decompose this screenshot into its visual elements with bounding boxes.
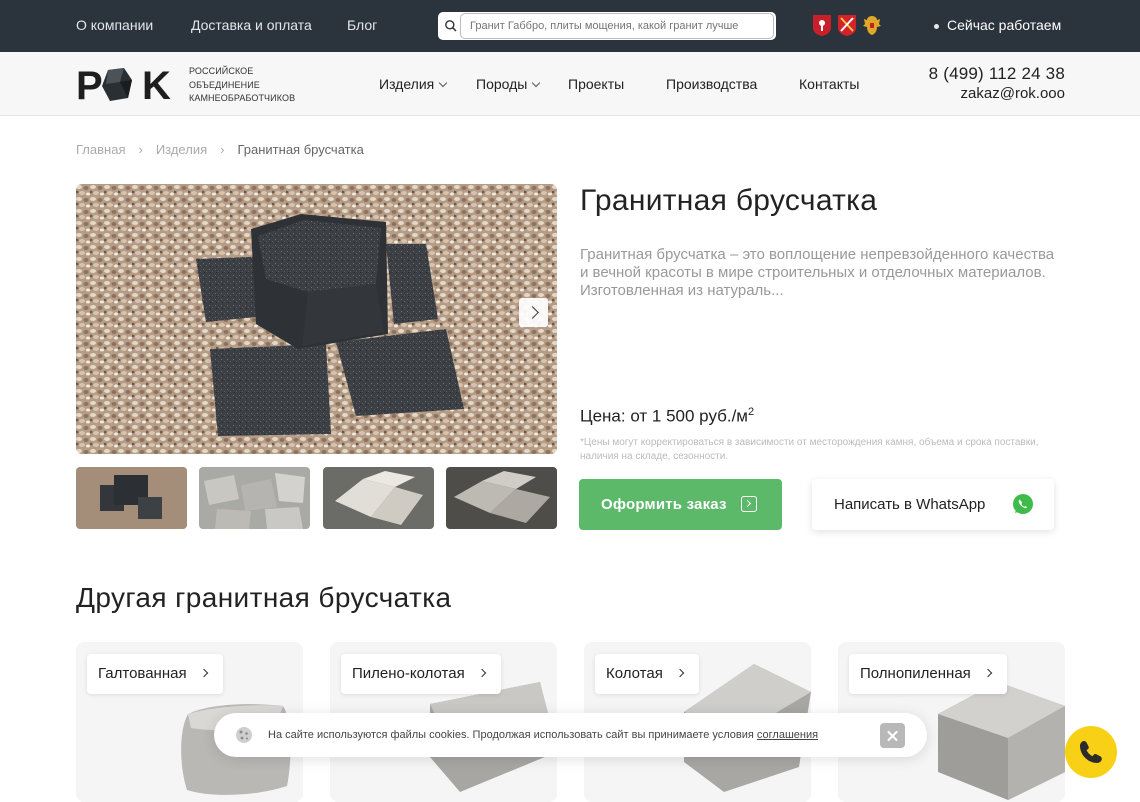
cookie-icon <box>236 727 252 743</box>
nav-label-stones: Породы <box>476 76 528 92</box>
chevron-right-icon <box>199 668 208 678</box>
whatsapp-button-label: Написать в WhatsApp <box>834 496 986 513</box>
nav-label-products: Изделия <box>379 76 435 92</box>
status-dot <box>934 23 939 29</box>
nav-item-products[interactable]: Изделия <box>379 76 448 92</box>
cookie-banner: На сайте используются файлы cookies. Про… <box>214 713 927 757</box>
product-main-image[interactable] <box>76 184 557 454</box>
gallery-thumb-2[interactable] <box>199 467 310 529</box>
chevron-right-icon <box>477 668 486 678</box>
search-box <box>438 12 776 40</box>
cookie-agreement-link[interactable]: соглашения <box>757 729 818 741</box>
order-button-label: Оформить заказ <box>601 496 727 513</box>
logo[interactable]: P K <box>76 65 176 105</box>
search-input[interactable] <box>460 13 774 39</box>
search-icon[interactable] <box>444 19 458 33</box>
gallery-next-button[interactable] <box>519 298 548 327</box>
related-card-label[interactable]: Полнопиленная <box>849 654 1007 694</box>
related-card-text: Пилено-колотая <box>352 665 465 682</box>
breadcrumb-separator: › <box>138 142 143 157</box>
chevron-down-icon <box>532 78 541 88</box>
breadcrumb-separator: › <box>220 142 225 157</box>
order-button[interactable]: Оформить заказ <box>579 479 782 530</box>
product-description: Гранитная брусчатка – это воплощение неп… <box>580 246 1055 299</box>
nav-item-projects[interactable]: Проекты <box>568 76 624 92</box>
breadcrumb-home[interactable]: Главная <box>76 142 125 157</box>
chevron-right-icon <box>526 306 539 319</box>
top-bar: О компании Доставка и оплата Блог Сейчас… <box>0 0 1140 52</box>
whatsapp-icon <box>1013 494 1033 514</box>
related-card-text: Колотая <box>606 665 663 682</box>
nav-item-contacts[interactable]: Контакты <box>799 76 859 92</box>
related-card-label[interactable]: Колотая <box>595 654 699 694</box>
logo-subtitle: РОССИЙСКОЕ ОБЪЕДИНЕНИЕ КАМНЕОБРАБОТЧИКОВ <box>189 65 295 106</box>
logo-sub-line-3: КАМНЕОБРАБОТЧИКОВ <box>189 93 296 103</box>
breadcrumb-products[interactable]: Изделия <box>156 142 207 157</box>
chevron-right-icon <box>983 668 993 678</box>
price-unit-sup: 2 <box>748 406 755 418</box>
chevron-right-icon <box>675 668 685 678</box>
email-link[interactable]: zakaz@rok.ooo <box>961 85 1065 102</box>
top-nav-link-about[interactable]: О компании <box>76 17 153 33</box>
related-card-text: Полнопиленная <box>860 665 971 682</box>
gallery-thumb-4[interactable] <box>446 467 557 529</box>
price-note: *Цены могут корректироваться в зависимос… <box>580 437 1039 462</box>
related-card-label[interactable]: Пилено-колотая <box>341 654 501 694</box>
chevron-down-icon <box>438 78 448 88</box>
phone-icon <box>1080 741 1102 763</box>
breadcrumb-current: Гранитная брусчатка <box>237 142 364 157</box>
cookie-text: На сайте используются файлы cookies. Про… <box>268 729 818 741</box>
russia-crest-icon[interactable] <box>862 14 882 37</box>
breadcrumb: Главная › Изделия › Гранитная брусчатка <box>76 142 364 157</box>
arrow-box-icon <box>741 496 757 512</box>
logo-sub-line-2: ОБЪЕДИНЕНИЕ <box>189 79 260 90</box>
status-text: Сейчас работаем <box>947 17 1062 33</box>
cookie-message: На сайте используются файлы cookies. Про… <box>268 729 757 741</box>
svg-text:K: K <box>142 65 171 105</box>
header: P K РОССИЙСКОЕ ОБЪЕДИНЕНИЕ КАМНЕОБРАБОТЧ… <box>0 52 1140 116</box>
related-title: Другая гранитная брусчатка <box>76 582 452 613</box>
nav-item-stones[interactable]: Породы <box>476 76 541 92</box>
top-nav-link-delivery[interactable]: Доставка и оплата <box>191 17 312 33</box>
callback-button[interactable] <box>1065 726 1117 778</box>
related-card-label[interactable]: Галтованная <box>87 654 223 694</box>
product-price: Цена: от 1 500 руб./м2 <box>580 406 754 427</box>
gallery-thumb-3[interactable] <box>323 467 434 529</box>
logo-sub-line-1: РОССИЙСКОЕ <box>189 66 254 76</box>
product-title: Гранитная брусчатка <box>580 184 878 217</box>
spb-crest-icon[interactable] <box>837 14 857 37</box>
top-nav-link-blog[interactable]: Блог <box>347 17 377 33</box>
related-card-text: Галтованная <box>98 665 187 682</box>
whatsapp-button[interactable]: Написать в WhatsApp <box>812 479 1054 530</box>
price-text: Цена: от 1 500 руб./м <box>580 406 748 426</box>
moscow-crest-icon[interactable] <box>812 14 832 37</box>
phone-number[interactable]: 8 (499) 112 24 38 <box>929 64 1065 84</box>
gallery-thumb-1[interactable] <box>76 467 187 529</box>
svg-text:P: P <box>76 65 103 105</box>
close-icon[interactable] <box>880 723 905 748</box>
working-status: Сейчас работаем <box>934 17 1061 33</box>
nav-item-production[interactable]: Производства <box>666 76 757 92</box>
